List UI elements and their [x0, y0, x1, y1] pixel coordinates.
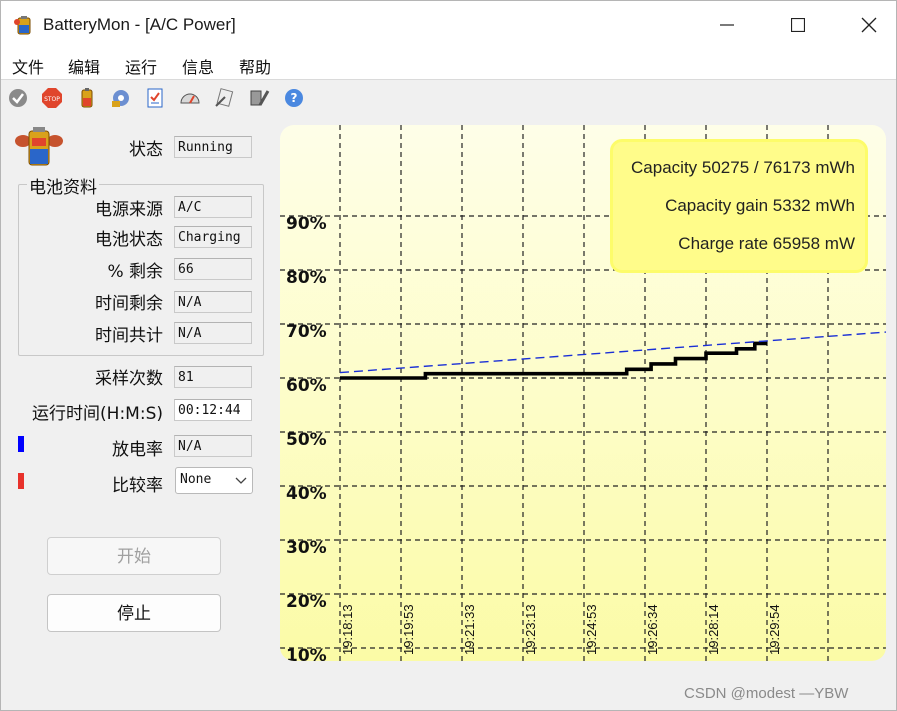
power-source-field: A/C — [174, 196, 252, 218]
capacity-gain-text: Capacity gain 5332 mWh — [665, 196, 855, 215]
menu-run[interactable]: 运行 — [125, 54, 157, 78]
toolbar: STOP ? — [1, 81, 896, 117]
menu-bar: 文件 编辑 运行 信息 帮助 — [1, 49, 896, 80]
stop-button[interactable]: 停止 — [47, 594, 221, 632]
battery-chart: 10% 20% 30% 40% 50% 60% 70% 80% 90% 19:18:13 19:19… — [280, 125, 886, 661]
y-tick-label: 10% — [286, 646, 327, 661]
compare-rate-value: None — [180, 472, 212, 487]
time-left-label: 时间剩余 — [95, 294, 163, 314]
discharge-rate-color-swatch — [18, 436, 24, 452]
sample-count-field: 81 — [174, 366, 252, 388]
app-window: BatteryMon - [A/C Power] 文件 编辑 运行 信息 帮助 … — [0, 0, 897, 711]
run-time-label: 运行时间(H:M:S) — [32, 404, 163, 424]
watermark: CSDN @modest —YBW — [684, 685, 849, 702]
percent-left-field: 66 — [174, 258, 252, 280]
x-tick-label: 19:23:13 — [523, 604, 538, 655]
discharge-rate-field: N/A — [174, 435, 252, 457]
checklist-icon[interactable] — [144, 87, 166, 109]
gauge-icon[interactable] — [179, 87, 201, 109]
menu-file[interactable]: 文件 — [12, 54, 44, 78]
y-tick-label: 90% — [286, 214, 327, 234]
chart-info-box: Capacity 50275 / 76173 mWh Capacity gain… — [610, 139, 868, 273]
x-tick-label: 19:29:54 — [767, 604, 782, 655]
projection-line — [339, 331, 886, 374]
x-tick-label: 19:19:53 — [401, 604, 416, 655]
battery-state-field: Charging — [174, 226, 252, 248]
charge-rate-text: Charge rate 65958 mW — [678, 234, 855, 253]
status-label: 状态 — [129, 140, 163, 160]
chevron-down-icon — [235, 477, 247, 484]
tools-icon[interactable] — [248, 87, 270, 109]
compare-rate-color-swatch — [18, 473, 24, 489]
battery-icon[interactable] — [76, 87, 98, 109]
menu-help[interactable]: 帮助 — [239, 54, 271, 78]
charge-level-line — [340, 341, 767, 380]
time-left-field: N/A — [174, 291, 252, 313]
title-bar: BatteryMon - [A/C Power] — [1, 1, 896, 49]
x-tick-label: 19:28:14 — [706, 604, 721, 655]
sample-count-label: 采样次数 — [95, 369, 163, 389]
svg-text:?: ? — [291, 91, 298, 105]
stop-icon[interactable]: STOP — [41, 87, 63, 109]
y-tick-label: 30% — [286, 538, 327, 558]
close-button[interactable] — [852, 9, 886, 41]
window-title: BatteryMon - [A/C Power] — [43, 15, 236, 34]
y-tick-label: 40% — [286, 484, 327, 504]
maximize-icon — [791, 18, 805, 32]
minimize-button[interactable] — [710, 9, 744, 41]
y-tick-label: 60% — [286, 376, 327, 396]
x-tick-label: 19:26:34 — [645, 604, 660, 655]
compare-rate-select[interactable]: None — [175, 467, 253, 494]
y-tick-label: 50% — [286, 430, 327, 450]
check-icon[interactable] — [7, 87, 29, 109]
run-time-field: 00:12:44 — [174, 399, 252, 421]
close-icon — [861, 17, 877, 33]
y-tick-label: 80% — [286, 268, 327, 288]
x-tick-label: 19:18:13 — [340, 604, 355, 655]
minimize-icon — [720, 24, 734, 26]
x-tick-label: 19:24:53 — [584, 604, 599, 655]
help-icon[interactable]: ? — [283, 87, 305, 109]
capacity-text: Capacity 50275 / 76173 mWh — [631, 158, 855, 177]
gear-icon[interactable] — [110, 87, 132, 109]
app-battery-icon — [14, 16, 31, 35]
y-tick-label: 70% — [286, 322, 327, 342]
maximize-button[interactable] — [781, 9, 815, 41]
compare-rate-label: 比较率 — [112, 476, 163, 496]
time-total-field: N/A — [174, 322, 252, 344]
percent-left-label: % 剩余 — [107, 262, 163, 282]
svg-text:STOP: STOP — [44, 96, 60, 103]
y-tick-label: 20% — [286, 592, 327, 612]
discharge-rate-label: 放电率 — [112, 440, 163, 460]
menu-info[interactable]: 信息 — [182, 54, 214, 78]
power-source-label: 电源来源 — [95, 200, 163, 220]
script-icon[interactable] — [213, 87, 235, 109]
status-field: Running — [174, 136, 252, 158]
start-button[interactable]: 开始 — [47, 537, 221, 575]
battery-state-label: 电池状态 — [95, 230, 163, 250]
menu-edit[interactable]: 编辑 — [68, 54, 100, 78]
battery-mascot-icon — [15, 127, 63, 166]
x-tick-label: 19:21:33 — [462, 604, 477, 655]
time-total-label: 时间共计 — [95, 326, 163, 346]
